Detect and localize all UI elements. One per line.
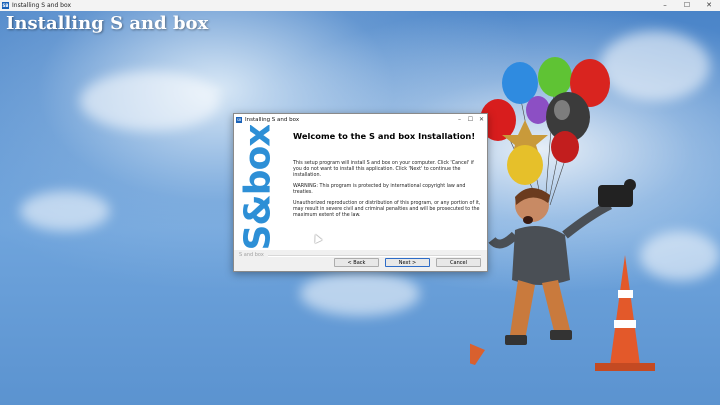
minimize-button[interactable]: – bbox=[654, 0, 676, 11]
app-icon: SB bbox=[236, 116, 242, 123]
dialog-window-controls: – ☐ ✕ bbox=[454, 114, 487, 125]
dialog-title: Installing S and box bbox=[245, 116, 300, 123]
traffic-cone-fallen bbox=[470, 343, 485, 365]
close-button[interactable]: ✕ bbox=[698, 0, 720, 11]
outer-window-controls: – ☐ ✕ bbox=[654, 0, 720, 11]
brand-panel: S&box bbox=[234, 125, 282, 250]
welcome-heading: Welcome to the S and box Installation! bbox=[293, 131, 476, 141]
installer-dialog: SB Installing S and box – ☐ ✕ S&box Welc… bbox=[233, 113, 488, 272]
dialog-maximize-button[interactable]: ☐ bbox=[465, 114, 476, 125]
legal-paragraph: Unauthorized reproduction or distributio… bbox=[293, 201, 481, 218]
dialog-footer: S and box < Back Next > Cancel bbox=[234, 250, 487, 271]
app-icon: SB bbox=[2, 2, 9, 9]
dialog-close-button[interactable]: ✕ bbox=[476, 114, 487, 125]
back-button[interactable]: < Back bbox=[334, 258, 379, 267]
welcome-content: Welcome to the S and box Installation! T… bbox=[293, 131, 481, 224]
outer-window-title: Installing S and box bbox=[12, 2, 72, 9]
maximize-button[interactable]: ☐ bbox=[676, 0, 698, 11]
dialog-minimize-button[interactable]: – bbox=[454, 114, 465, 125]
footer-divider bbox=[268, 255, 481, 257]
intro-paragraph: This setup program will install S and bo… bbox=[293, 161, 474, 178]
traffic-cone bbox=[610, 255, 640, 365]
dialog-title-bar[interactable]: SB Installing S and box – ☐ ✕ bbox=[234, 114, 487, 125]
footer-brand-label: S and box bbox=[239, 252, 264, 258]
next-button[interactable]: Next > bbox=[385, 258, 430, 267]
dialog-body: S&box Welcome to the S and box Installat… bbox=[234, 125, 487, 250]
sbox-logo: S&box bbox=[237, 125, 279, 250]
character-illustration bbox=[470, 57, 655, 371]
cancel-button[interactable]: Cancel bbox=[436, 258, 481, 267]
balloon-green bbox=[538, 57, 572, 97]
warning-paragraph: WARNING: This program is protected by in… bbox=[293, 184, 466, 195]
installer-heading: Installing S and box bbox=[6, 13, 209, 34]
